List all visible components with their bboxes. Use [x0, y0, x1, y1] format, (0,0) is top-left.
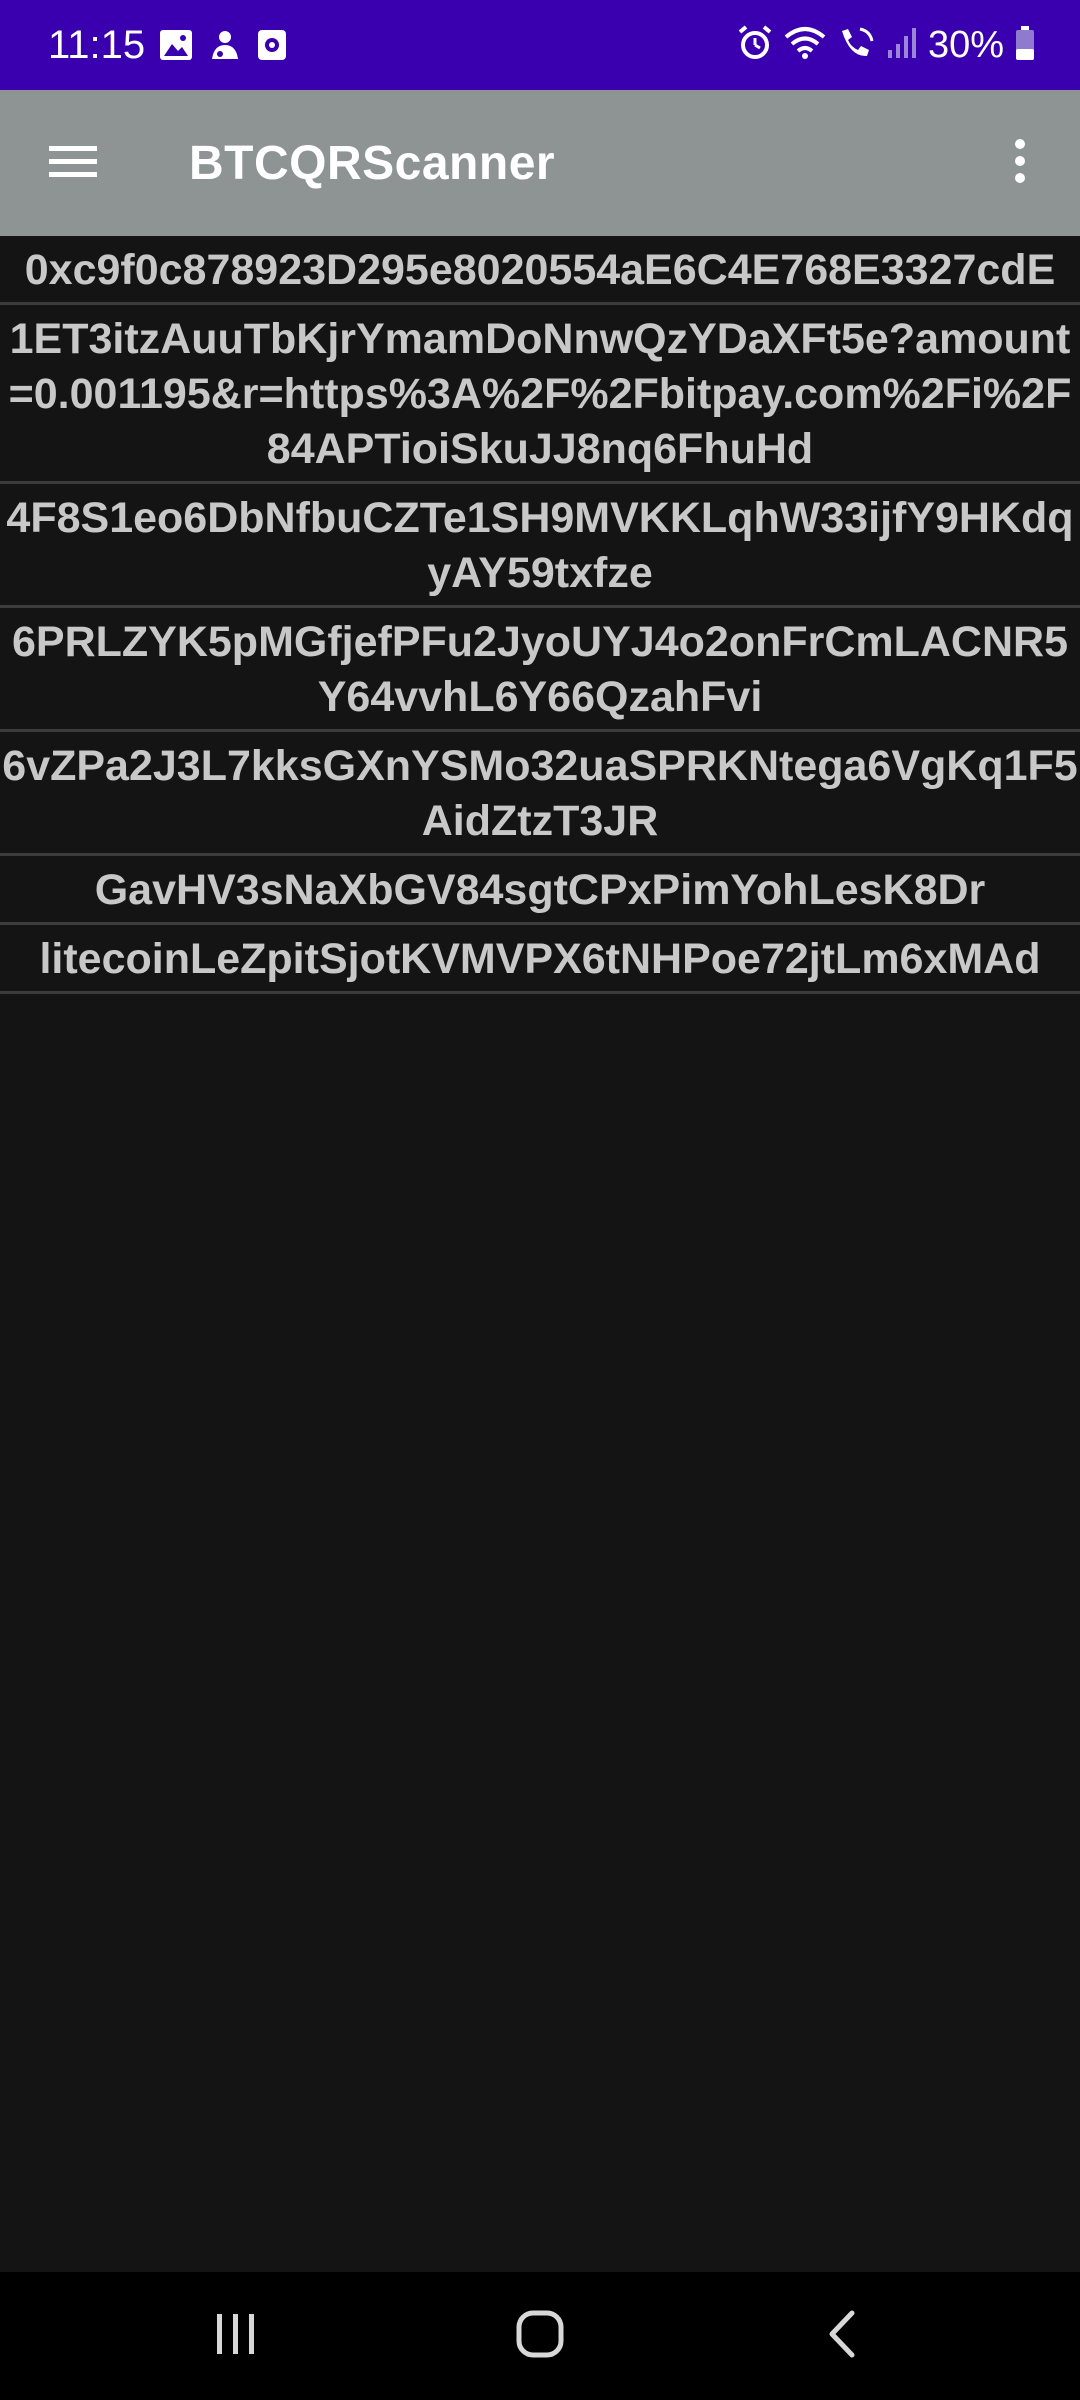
overflow-menu-button[interactable] [990, 128, 1050, 198]
gallery-icon [158, 28, 194, 67]
battery-icon [1014, 25, 1036, 66]
screen-recorder-icon [256, 28, 288, 67]
app-screen: 11:15 30% BTCQRScanner 0xc9f0c878923D295… [0, 0, 1080, 2400]
navigation-menu-button[interactable] [30, 128, 116, 198]
app-title: BTCQRScanner [189, 137, 556, 190]
home-icon [515, 2309, 565, 2364]
notification-icon [208, 27, 242, 68]
status-time: 11:15 [48, 23, 146, 67]
hamburger-menu-icon [48, 143, 98, 184]
scanned-codes-list: 0xc9f0c878923D295e8020554aE6C4E768E3327c… [0, 236, 1080, 994]
list-item[interactable]: 4F8S1eo6DbNfbuCZTe1SH9MVKKLqhW33ijfY9HKd… [0, 484, 1080, 608]
status-left-icons [158, 27, 288, 68]
list-item[interactable]: 6PRLZYK5pMGfjefPFu2JyoUYJ4o2onFrCmLACNR5… [0, 608, 1080, 732]
app-bar: BTCQRScanner [0, 90, 1080, 236]
home-button[interactable] [500, 2306, 580, 2366]
list-item[interactable]: litecoinLeZpitSjotKVMVPX6tNHPoe72jtLm6xM… [0, 925, 1080, 994]
system-navigation-bar [0, 2272, 1080, 2400]
back-button[interactable] [802, 2306, 882, 2366]
list-item[interactable]: 6vZPa2J3L7kksGXnYSMo32uaSPRKNtega6VgKq1F… [0, 732, 1080, 856]
recent-apps-button[interactable] [196, 2306, 276, 2366]
battery-percent: 30% [927, 24, 1004, 66]
signal-icon [886, 26, 918, 65]
more-vert-icon [1013, 138, 1027, 189]
list-item[interactable]: GavHV3sNaXbGV84sgtCPxPimYohLesK8Dr [0, 856, 1080, 925]
wifi-icon [784, 25, 826, 66]
status-right-icons: 30% [736, 20, 1036, 70]
back-icon [824, 2309, 860, 2364]
wifi-calling-icon [836, 25, 876, 66]
status-bar: 11:15 30% [0, 0, 1080, 90]
list-item[interactable]: 0xc9f0c878923D295e8020554aE6C4E768E3327c… [0, 236, 1080, 305]
alarm-icon [736, 24, 774, 67]
list-item[interactable]: 1ET3itzAuuTbKjrYmamDoNnwQzYDaXFt5e?amoun… [0, 305, 1080, 484]
recent-apps-icon [213, 2312, 259, 2361]
